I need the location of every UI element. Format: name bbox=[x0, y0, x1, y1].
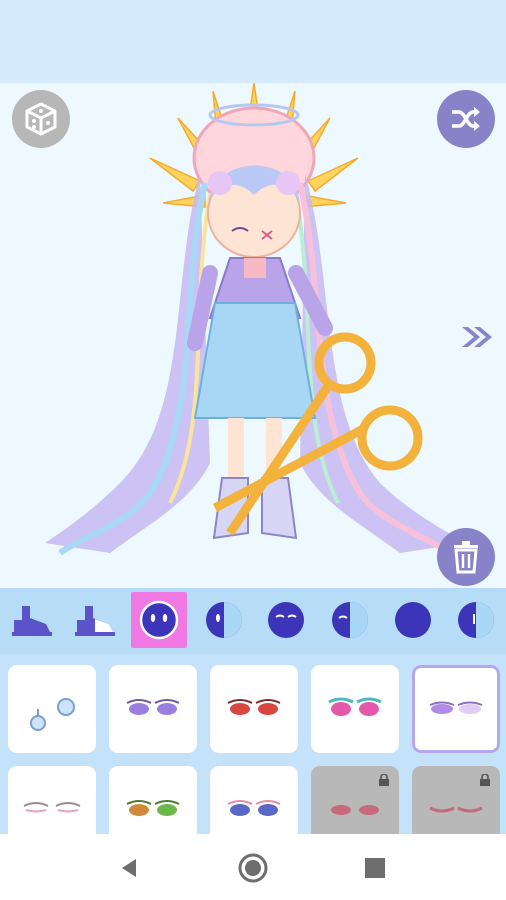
shuffle-button[interactable] bbox=[437, 90, 495, 148]
dice-icon bbox=[25, 102, 57, 136]
tab-face[interactable] bbox=[131, 592, 187, 648]
lock-icon bbox=[480, 774, 490, 786]
item-grid bbox=[0, 654, 506, 834]
delete-button[interactable] bbox=[437, 528, 495, 586]
character-stage bbox=[0, 83, 506, 588]
item-card-selected[interactable] bbox=[412, 665, 500, 753]
trash-icon bbox=[454, 541, 478, 574]
green-eyes-icon bbox=[126, 800, 180, 816]
item-card[interactable] bbox=[109, 766, 197, 834]
tab-face-round[interactable] bbox=[385, 592, 441, 648]
blue-pink-eyes-icon bbox=[227, 800, 281, 816]
character-illustration bbox=[45, 83, 465, 556]
pink-eyes-icon bbox=[328, 697, 382, 716]
recents-icon bbox=[365, 858, 385, 878]
tab-face-eyes[interactable] bbox=[258, 592, 314, 648]
tab-shoes-alt[interactable] bbox=[66, 592, 122, 648]
shoe-alt-icon bbox=[75, 606, 115, 636]
item-card[interactable] bbox=[210, 766, 298, 834]
face-round-icon bbox=[395, 602, 431, 638]
purple-eyes-icon bbox=[126, 699, 180, 715]
back-button[interactable] bbox=[112, 851, 146, 885]
randomize-button[interactable] bbox=[12, 90, 70, 148]
tab-half-face[interactable] bbox=[196, 592, 252, 648]
face-eyes-icon bbox=[268, 602, 304, 638]
home-icon bbox=[238, 853, 268, 883]
recents-button[interactable] bbox=[358, 851, 392, 885]
sleepy-eyes-icon bbox=[23, 802, 81, 813]
double-chevron-right-icon bbox=[462, 327, 492, 347]
blue-charm-icon bbox=[30, 698, 75, 731]
system-nav-bar bbox=[0, 834, 506, 900]
tab-half-face-right[interactable] bbox=[448, 592, 504, 648]
lilac-eyes-icon bbox=[429, 701, 483, 714]
top-bar bbox=[0, 0, 506, 83]
home-button[interactable] bbox=[236, 851, 270, 885]
red-eyes-icon bbox=[227, 699, 281, 715]
tab-shoes[interactable] bbox=[3, 592, 59, 648]
item-card-locked[interactable] bbox=[412, 766, 500, 834]
next-page-button[interactable] bbox=[460, 325, 496, 353]
face-icon bbox=[139, 600, 179, 640]
half-face-alt-icon bbox=[332, 602, 368, 638]
shuffle-icon bbox=[452, 107, 480, 131]
lock-icon bbox=[379, 774, 389, 786]
item-card-locked[interactable] bbox=[311, 766, 399, 834]
item-card[interactable] bbox=[8, 766, 96, 834]
category-tab-bar bbox=[0, 588, 506, 654]
tab-half-face-alt[interactable] bbox=[322, 592, 378, 648]
back-icon bbox=[122, 859, 136, 877]
item-card[interactable] bbox=[8, 665, 96, 753]
item-card[interactable] bbox=[109, 665, 197, 753]
shoe-icon bbox=[12, 606, 52, 636]
half-face-icon bbox=[206, 602, 242, 638]
half-face-right-icon bbox=[458, 602, 494, 638]
item-card[interactable] bbox=[210, 665, 298, 753]
item-card[interactable] bbox=[311, 665, 399, 753]
